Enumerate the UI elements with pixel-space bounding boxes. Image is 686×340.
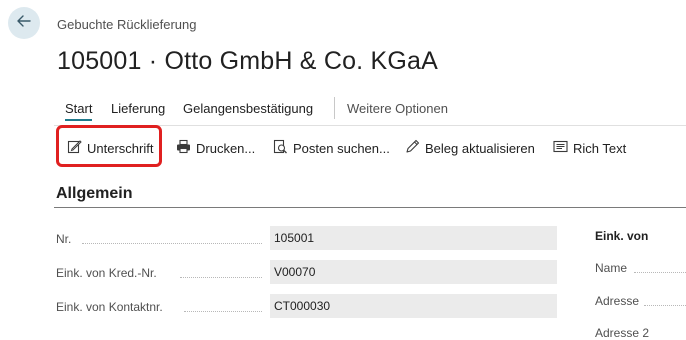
back-button[interactable] [8, 7, 40, 39]
field-label-address: Adresse [595, 294, 640, 308]
find-entries-icon [273, 139, 288, 157]
group-title-purchase-from: Eink. von [595, 229, 649, 243]
signature-icon [67, 139, 82, 157]
field-label-vendor-no: Eink. von Kred.-Nr. [56, 266, 157, 280]
rich-text-icon [553, 139, 568, 157]
dotted-leader [634, 272, 686, 273]
page-caption: Gebuchte Rücklieferung [57, 17, 197, 32]
field-label-no: Nr. [56, 232, 72, 246]
page-title: 105001 · Otto GmbH & Co. KGaA [57, 47, 438, 75]
field-label-contact-no: Eink. von Kontaktnr. [56, 300, 163, 314]
section-divider [54, 207, 686, 208]
field-label-address-2: Adresse 2 [595, 326, 650, 340]
arrow-left-icon [16, 13, 32, 34]
print-button[interactable]: Drucken... [176, 139, 255, 157]
tab-divider [334, 97, 335, 119]
field-value-contact-no[interactable]: CT000030 [270, 294, 557, 318]
dotted-leader [82, 243, 262, 244]
field-label-name: Name [595, 261, 628, 275]
tab-weitere-optionen[interactable]: Weitere Optionen [347, 101, 448, 116]
dotted-leader [184, 311, 262, 312]
tab-gelangensbestaetigung[interactable]: Gelangensbestätigung [183, 101, 313, 116]
tab-lieferung[interactable]: Lieferung [111, 101, 165, 116]
update-document-button-label: Beleg aktualisieren [425, 140, 535, 156]
update-document-button[interactable]: Beleg aktualisieren [405, 139, 535, 157]
tab-start[interactable]: Start [65, 101, 92, 116]
field-value-vendor-no[interactable]: V00070 [270, 260, 557, 284]
signature-button-label: Unterschrift [87, 140, 154, 156]
find-entries-button-label: Posten suchen... [293, 140, 390, 156]
pencil-icon [405, 139, 420, 157]
find-entries-button[interactable]: Posten suchen... [273, 139, 390, 157]
rich-text-button-label: Rich Text [573, 140, 627, 156]
section-title-general: Allgemein [56, 185, 133, 202]
dotted-leader [180, 277, 262, 278]
signature-button[interactable]: Unterschrift [67, 139, 153, 157]
active-tab-indicator [65, 119, 92, 121]
dotted-leader [644, 305, 686, 306]
printer-icon [176, 139, 191, 157]
field-value-no[interactable]: 105001 [270, 226, 557, 250]
rich-text-button[interactable]: Rich Text [553, 139, 626, 157]
print-button-label: Drucken... [196, 140, 256, 156]
